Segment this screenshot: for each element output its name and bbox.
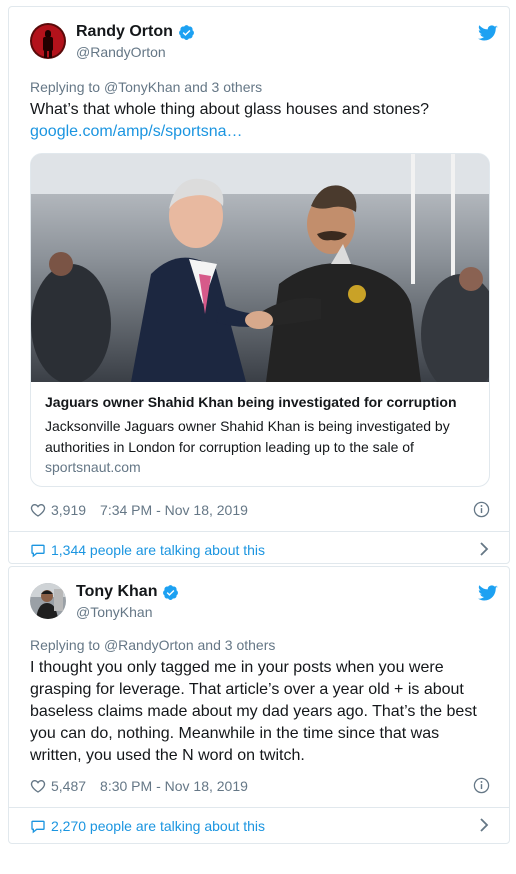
twitter-bird-icon[interactable] <box>478 585 498 602</box>
handle[interactable]: @TonyKhan <box>76 604 152 620</box>
tweet-header: Tony Khan @TonyKhan <box>30 583 498 631</box>
tweet-link[interactable]: google.com/amp/s/sportsna… <box>30 121 490 143</box>
display-name[interactable]: Tony Khan <box>76 583 157 601</box>
talking-count[interactable]: 1,344 people are talking about this <box>51 542 265 558</box>
name-row: Randy Orton <box>76 23 195 41</box>
tweet-text: What’s that whole thing about glass hous… <box>30 99 490 143</box>
reply-to-link[interactable]: @TonyKhan and 3 others <box>104 79 262 95</box>
info-icon[interactable] <box>473 777 490 794</box>
chevron-right-icon[interactable] <box>478 542 490 556</box>
tweet-text-content: I thought you only tagged me in your pos… <box>30 659 477 764</box>
reply-to-link[interactable]: @RandyOrton and 3 others <box>104 637 275 653</box>
tweet-header: Randy Orton @RandyOrton <box>30 23 498 71</box>
reply-prefix: Replying to <box>30 637 101 653</box>
tweet-meta: 5,487 8:30 PM - Nov 18, 2019 <box>30 776 490 796</box>
timestamp[interactable]: 8:30 PM - Nov 18, 2019 <box>100 778 248 794</box>
divider <box>9 531 509 532</box>
card-domain: sportsnaut.com <box>45 459 141 475</box>
like-count[interactable]: 3,919 <box>51 502 86 518</box>
card-title: Jaguars owner Shahid Khan being investig… <box>45 394 457 410</box>
name-row: Tony Khan <box>76 583 179 601</box>
handle[interactable]: @RandyOrton <box>76 44 166 60</box>
card-image <box>31 154 489 382</box>
tweet-text-content: What’s that whole thing about glass hous… <box>30 101 430 118</box>
speech-bubble-icon <box>31 544 45 558</box>
conversation-link[interactable]: 2,270 people are talking about this <box>30 816 490 836</box>
avatar[interactable] <box>30 583 66 619</box>
tweet-card-tony-khan[interactable]: Tony Khan @TonyKhan Replying to @RandyOr… <box>8 566 510 844</box>
reply-context: Replying to @RandyOrton and 3 others <box>30 637 275 653</box>
twitter-bird-icon[interactable] <box>478 25 498 42</box>
chevron-right-icon[interactable] <box>478 818 490 832</box>
like-count[interactable]: 5,487 <box>51 778 86 794</box>
info-icon[interactable] <box>473 501 490 518</box>
tweet-card-randy-orton[interactable]: Randy Orton @RandyOrton Replying to @Ton… <box>8 6 510 564</box>
talking-count[interactable]: 2,270 people are talking about this <box>51 818 265 834</box>
link-preview-card[interactable]: Jaguars owner Shahid Khan being investig… <box>30 153 490 487</box>
speech-bubble-icon <box>31 820 45 834</box>
conversation-link[interactable]: 1,344 people are talking about this <box>30 540 490 560</box>
heart-icon[interactable] <box>30 778 46 794</box>
verified-badge-icon <box>163 584 179 600</box>
verified-badge-icon <box>178 24 194 40</box>
reply-context: Replying to @TonyKhan and 3 others <box>30 79 262 95</box>
timestamp[interactable]: 7:34 PM - Nov 18, 2019 <box>100 502 248 518</box>
avatar[interactable] <box>30 23 66 59</box>
heart-icon[interactable] <box>30 502 46 518</box>
tweet-text: I thought you only tagged me in your pos… <box>30 657 490 767</box>
display-name[interactable]: Randy Orton <box>76 23 173 41</box>
card-description: Jacksonville Jaguars owner Shahid Khan i… <box>45 418 450 455</box>
reply-prefix: Replying to <box>30 79 101 95</box>
tweet-meta: 3,919 7:34 PM - Nov 18, 2019 <box>30 500 490 520</box>
divider <box>9 807 509 808</box>
